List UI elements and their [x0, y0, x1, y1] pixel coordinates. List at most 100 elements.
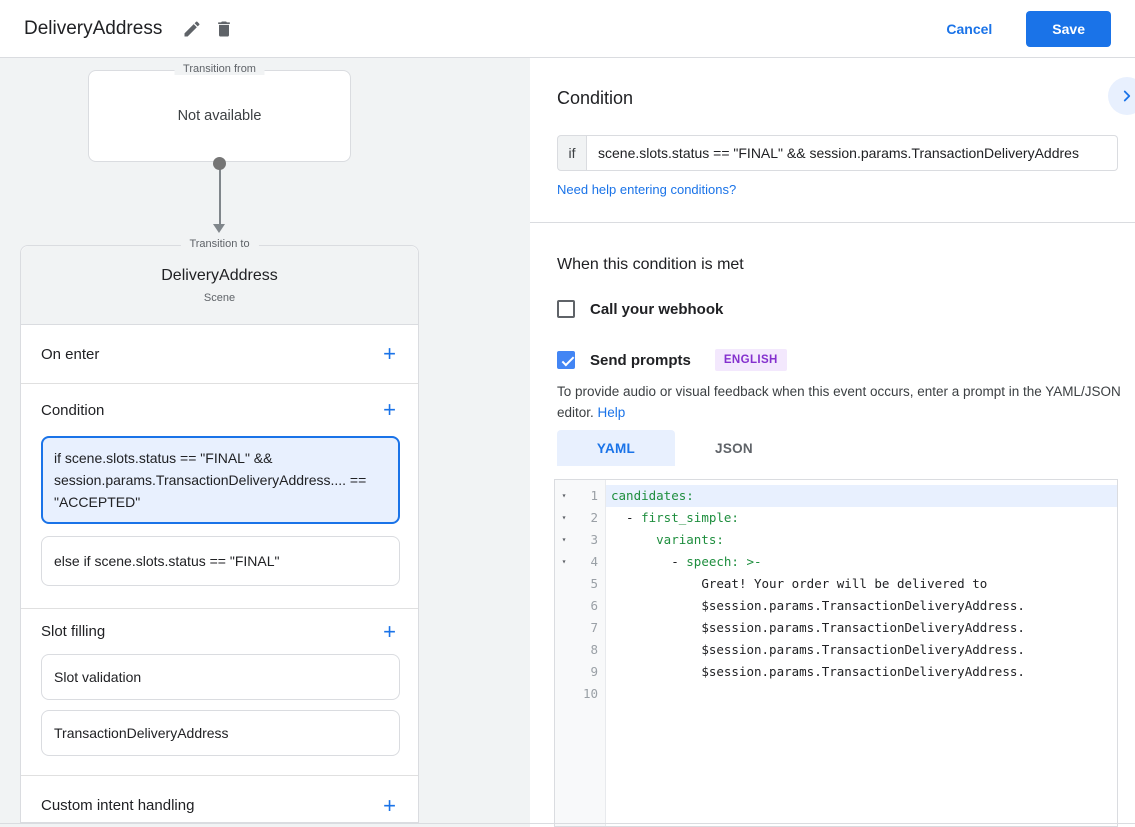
code-key: variants: [656, 532, 724, 547]
code-line[interactable]: 5 Great! Your order will be delivered to [555, 573, 1117, 595]
transition-from-box: Transition from Not available [88, 70, 351, 162]
code-indent [611, 598, 701, 613]
page-bottom-divider [0, 823, 1135, 824]
custom-intent-row[interactable]: Custom intent handling + [21, 776, 418, 827]
line-number: 9 [571, 661, 606, 683]
code-indent [611, 620, 701, 635]
webhook-row: Call your webhook [557, 300, 723, 318]
add-custom-intent-button[interactable]: + [379, 793, 400, 819]
code-line[interactable]: ▾ 3 variants: [555, 529, 1117, 551]
slot-filling-label: Slot filling [41, 623, 105, 640]
add-slot-button[interactable]: + [379, 619, 400, 645]
prompt-help-link[interactable]: Help [598, 405, 626, 420]
code-indent [611, 576, 701, 591]
slot-filling-section: Slot filling + Slot validation Transacti… [21, 609, 418, 776]
conditions-help-link[interactable]: Need help entering conditions? [557, 182, 736, 197]
save-button[interactable]: Save [1026, 11, 1111, 47]
language-badge: ENGLISH [715, 349, 787, 371]
code-line[interactable]: ▾ 1 candidates: [555, 485, 1117, 507]
fold-toggle-icon[interactable] [555, 617, 571, 639]
fold-toggle-icon[interactable] [555, 639, 571, 661]
condition-expression-input[interactable] [587, 135, 1118, 171]
condition-heading: Condition [557, 88, 633, 109]
condition-detail-panel: Condition if Need help entering conditio… [530, 58, 1135, 827]
code-key: candidates: [611, 488, 694, 503]
line-number: 1 [571, 485, 606, 507]
add-condition-button[interactable]: + [379, 397, 400, 423]
line-number: 10 [571, 683, 606, 705]
code-line[interactable]: ▾ 4 - speech: >- [555, 551, 1117, 573]
call-webhook-label: Call your webhook [590, 301, 723, 318]
code-text: Great! Your order will be delivered to [701, 576, 987, 591]
line-number: 3 [571, 529, 606, 551]
code-text: $session.params.TransactionDeliveryAddre… [701, 664, 1025, 679]
send-prompts-checkbox[interactable] [557, 351, 575, 369]
tab-yaml[interactable]: YAML [557, 430, 675, 466]
code-text: $session.params.TransactionDeliveryAddre… [701, 642, 1025, 657]
code-line[interactable]: ▾ 2 - first_simple: [555, 507, 1117, 529]
on-enter-row[interactable]: On enter + [21, 325, 418, 384]
connector-arrow-icon [213, 224, 225, 233]
yaml-code-editor[interactable]: ▾ 1 candidates: ▾ 2 - first_simple: [554, 479, 1118, 827]
code-indent [611, 664, 701, 679]
section-divider [530, 222, 1135, 223]
condition-section: Condition + if scene.slots.status == "FI… [21, 384, 418, 609]
send-prompts-label: Send prompts [590, 352, 691, 369]
slot-validation-item[interactable]: Slot validation [41, 654, 400, 700]
code-line[interactable]: 9 $session.params.TransactionDeliveryAdd… [555, 661, 1117, 683]
code-line[interactable]: 10 [555, 683, 1117, 705]
condition-expression-row: if [557, 135, 1118, 171]
chevron-right-icon [1118, 87, 1135, 105]
prompt-description: To provide audio or visual feedback when… [557, 381, 1123, 423]
prompt-description-text: To provide audio or visual feedback when… [557, 384, 1121, 420]
connector-dot [213, 157, 226, 170]
scene-type-label: Scene [21, 292, 418, 304]
send-prompts-row: Send prompts ENGLISH [557, 349, 787, 371]
line-number: 6 [571, 595, 606, 617]
condition-item-else[interactable]: else if scene.slots.status == "FINAL" [41, 536, 400, 586]
fold-toggle-icon[interactable] [555, 683, 571, 705]
condition-section-label: Condition [41, 402, 104, 419]
tab-json[interactable]: JSON [675, 430, 793, 466]
transition-to-legend: Transition to [180, 238, 258, 250]
code-indent [611, 642, 701, 657]
code-line[interactable]: 7 $session.params.TransactionDeliveryAdd… [555, 617, 1117, 639]
editor-format-tabs: YAML JSON [557, 430, 793, 466]
collapse-panel-button[interactable] [1108, 77, 1135, 115]
code-text: $session.params.TransactionDeliveryAddre… [701, 620, 1025, 635]
code-key: first_simple: [641, 510, 739, 525]
fold-toggle-icon[interactable] [555, 595, 571, 617]
add-on-enter-button[interactable]: + [379, 341, 400, 367]
pencil-icon [182, 19, 202, 39]
page-title: DeliveryAddress [24, 18, 162, 40]
code-indent: - [611, 510, 641, 525]
transition-to-card: Transition to DeliveryAddress Scene On e… [20, 245, 419, 823]
line-number: 7 [571, 617, 606, 639]
code-indent [611, 532, 656, 547]
fold-toggle-icon[interactable]: ▾ [555, 551, 571, 573]
fold-toggle-icon[interactable] [555, 573, 571, 595]
header-bar: DeliveryAddress Cancel Save [0, 0, 1135, 58]
slot-item[interactable]: TransactionDeliveryAddress [41, 710, 400, 756]
trash-icon [214, 19, 234, 39]
fold-toggle-icon[interactable]: ▾ [555, 507, 571, 529]
code-key: speech: >- [686, 554, 761, 569]
fold-toggle-icon[interactable] [555, 661, 571, 683]
transition-from-legend: Transition from [174, 63, 265, 75]
call-webhook-checkbox[interactable] [557, 300, 575, 318]
cancel-button[interactable]: Cancel [946, 21, 992, 37]
if-prefix-label: if [557, 135, 587, 171]
code-line[interactable]: 6 $session.params.TransactionDeliveryAdd… [555, 595, 1117, 617]
fold-toggle-icon[interactable]: ▾ [555, 529, 571, 551]
scene-diagram-panel: Transition from Not available Transition… [0, 58, 530, 827]
delete-scene-button[interactable] [208, 13, 240, 45]
when-condition-met-heading: When this condition is met [557, 256, 744, 274]
fold-toggle-icon[interactable]: ▾ [555, 485, 571, 507]
transition-from-value: Not available [178, 108, 262, 124]
connector-line [219, 163, 221, 225]
condition-item-selected[interactable]: if scene.slots.status == "FINAL" && sess… [41, 436, 400, 524]
code-line[interactable]: 8 $session.params.TransactionDeliveryAdd… [555, 639, 1117, 661]
line-number: 5 [571, 573, 606, 595]
edit-scene-button[interactable] [176, 13, 208, 45]
code-text: $session.params.TransactionDeliveryAddre… [701, 598, 1025, 613]
